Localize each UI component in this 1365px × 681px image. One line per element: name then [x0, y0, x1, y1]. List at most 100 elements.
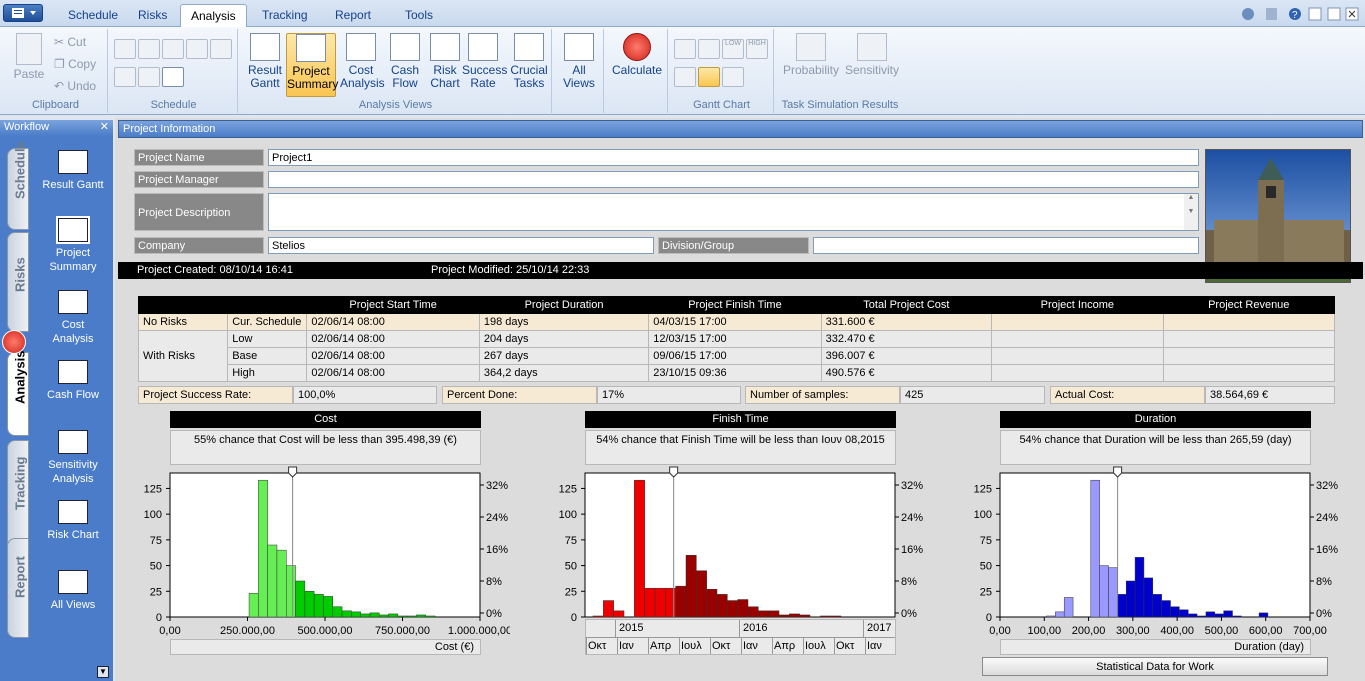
- task-info-icon[interactable]: [162, 67, 184, 87]
- y-tick-label: 75: [565, 535, 577, 547]
- workflow-item-result-gantt[interactable]: Result Gantt: [36, 150, 110, 192]
- result-gantt-button[interactable]: Result Gantt: [244, 33, 286, 97]
- cut-button[interactable]: ✂ Cut: [54, 35, 86, 49]
- workflow-item-cash-flow[interactable]: Cash Flow: [36, 360, 110, 402]
- arrow-left-icon[interactable]: [114, 67, 136, 87]
- application-menu-button[interactable]: [3, 4, 43, 22]
- statistical-data-button[interactable]: Statistical Data for Work: [982, 657, 1328, 676]
- histogram-bar: [360, 613, 371, 618]
- split-icon[interactable]: [210, 39, 232, 59]
- month-divider: [865, 637, 866, 654]
- x-tick-label: 400,00: [1160, 625, 1194, 636]
- tab-schedule[interactable]: Schedule: [58, 4, 128, 27]
- probability-button[interactable]: Probability: [780, 33, 842, 77]
- undo-button[interactable]: ↶ Undo: [54, 79, 96, 93]
- project-summary-button[interactable]: Project Summary: [286, 33, 338, 97]
- gantt-compare-icon[interactable]: [698, 67, 720, 87]
- calculator-icon[interactable]: [2, 330, 26, 354]
- workflow-item-sensitivity-analysis[interactable]: Sensitivity Analysis: [36, 430, 110, 486]
- x-tick-label: 600,00: [1249, 625, 1283, 636]
- gantt-milestone-icon[interactable]: [698, 39, 720, 59]
- close-icon[interactable]: ✕: [100, 120, 109, 133]
- copy-button[interactable]: ❐ Copy: [54, 57, 96, 71]
- x-tick-label: 200,00: [1072, 625, 1106, 636]
- division-label: Division/Group: [658, 237, 809, 254]
- cost-analysis-button[interactable]: Cost Analysis: [340, 33, 385, 97]
- cash-flow-button[interactable]: Cash Flow: [384, 33, 426, 97]
- paste-options-icon: [1266, 8, 1277, 20]
- histogram-bar: [1214, 613, 1224, 618]
- indent-icon[interactable]: [114, 39, 136, 59]
- description-scrollbar[interactable]: ▲ ▼: [1184, 194, 1198, 230]
- division-field[interactable]: [813, 237, 1199, 254]
- year-divider: [739, 620, 740, 637]
- gantt-arrows-icon[interactable]: [722, 67, 744, 87]
- histogram-bar: [258, 479, 268, 618]
- table-cell: 204 days: [478, 330, 650, 348]
- chart-title: Duration: [1000, 411, 1311, 428]
- project-description-field[interactable]: [268, 193, 1199, 231]
- histogram-bar: [1143, 577, 1154, 618]
- y-tick-label: 50: [150, 561, 162, 573]
- histogram-bar: [1232, 615, 1242, 618]
- workflow-item-all-views[interactable]: All Views: [36, 570, 110, 612]
- svg-text:?: ?: [1292, 10, 1298, 21]
- workflow-item-risk-chart[interactable]: Risk Chart: [36, 500, 110, 542]
- unlink-icon[interactable]: [186, 39, 208, 59]
- no-risks-label: No Risks: [137, 313, 229, 331]
- risk-chart-icon: [430, 33, 460, 61]
- tab-report[interactable]: Report: [325, 4, 381, 27]
- cost-analysis-icon: [346, 33, 376, 61]
- project-name-label: Project Name: [134, 149, 264, 166]
- success-rate-icon: [468, 33, 498, 61]
- workflow-tab-report[interactable]: Report: [7, 538, 29, 638]
- copy-icon: ❐: [54, 57, 69, 71]
- x-tick-label: 1.000.000,00: [448, 625, 510, 636]
- workflow-tab-schedule[interactable]: Schedule: [7, 141, 29, 230]
- success-rate-button[interactable]: Success Rate: [462, 33, 507, 97]
- all-views-button[interactable]: All Views: [557, 33, 601, 90]
- cost-analysis-icon: [58, 290, 88, 314]
- company-field[interactable]: Stelios: [268, 237, 654, 254]
- table-cell: 02/06/14 08:00: [306, 330, 480, 348]
- gantt-bars-icon[interactable]: [674, 39, 696, 59]
- histogram-bar: [685, 555, 697, 618]
- sensitivity-button[interactable]: Sensitivity: [842, 33, 902, 77]
- risk-chart-button[interactable]: Risk Chart: [424, 33, 466, 97]
- workflow-item-cost-analysis[interactable]: Cost Analysis: [36, 290, 110, 346]
- crucial-tasks-button[interactable]: Crucial Tasks: [508, 33, 550, 97]
- high-estimate-icon[interactable]: HIGH: [746, 39, 768, 59]
- tab-analysis[interactable]: Analysis: [180, 4, 247, 27]
- arrow-right-icon[interactable]: [138, 67, 160, 87]
- success-rate-label: Project Success Rate:: [138, 386, 293, 404]
- histogram-bar: [675, 585, 687, 618]
- y2-tick-label: 0%: [1316, 608, 1332, 620]
- table-header-cell: [227, 296, 308, 314]
- workflow-item-project-summary[interactable]: Project Summary: [36, 216, 110, 274]
- link-icon[interactable]: [162, 39, 184, 59]
- paste-button[interactable]: Paste: [8, 33, 50, 81]
- tab-risks[interactable]: Risks: [128, 4, 177, 27]
- x-tick-label: 750.000,00: [375, 625, 430, 636]
- tab-tools[interactable]: Tools: [395, 4, 443, 27]
- actual-cost-label: Actual Cost:: [1050, 386, 1205, 404]
- histogram-bar: [747, 606, 759, 618]
- project-manager-field[interactable]: [268, 171, 1199, 188]
- project-name-field[interactable]: Project1: [268, 149, 1199, 166]
- histogram-bar: [332, 606, 343, 618]
- y2-tick-label: 24%: [901, 512, 923, 524]
- histogram-bar: [267, 544, 278, 618]
- tab-tracking[interactable]: Tracking: [252, 4, 318, 27]
- month-label: Ιαν: [867, 640, 882, 652]
- low-estimate-icon[interactable]: LOW: [722, 39, 744, 59]
- workflow-tab-risks[interactable]: Risks: [7, 232, 29, 332]
- histogram-bar: [1046, 615, 1056, 618]
- outdent-icon[interactable]: [138, 39, 160, 59]
- gantt-collapse-icon[interactable]: [674, 67, 696, 87]
- scroll-down-icon[interactable]: ▼: [97, 666, 109, 678]
- table-row: No Risks Cur. Schedule 02/06/14 08:00 198 d…: [137, 313, 1336, 331]
- workflow-tab-analysis[interactable]: Analysis: [7, 351, 29, 436]
- month-label: Ιουλ: [681, 640, 702, 652]
- ribbon: Paste ✂ Cut ❐ Copy ↶ Undo Clipboard Sche…: [0, 27, 1365, 115]
- calculate-button[interactable]: Calculate: [609, 33, 665, 77]
